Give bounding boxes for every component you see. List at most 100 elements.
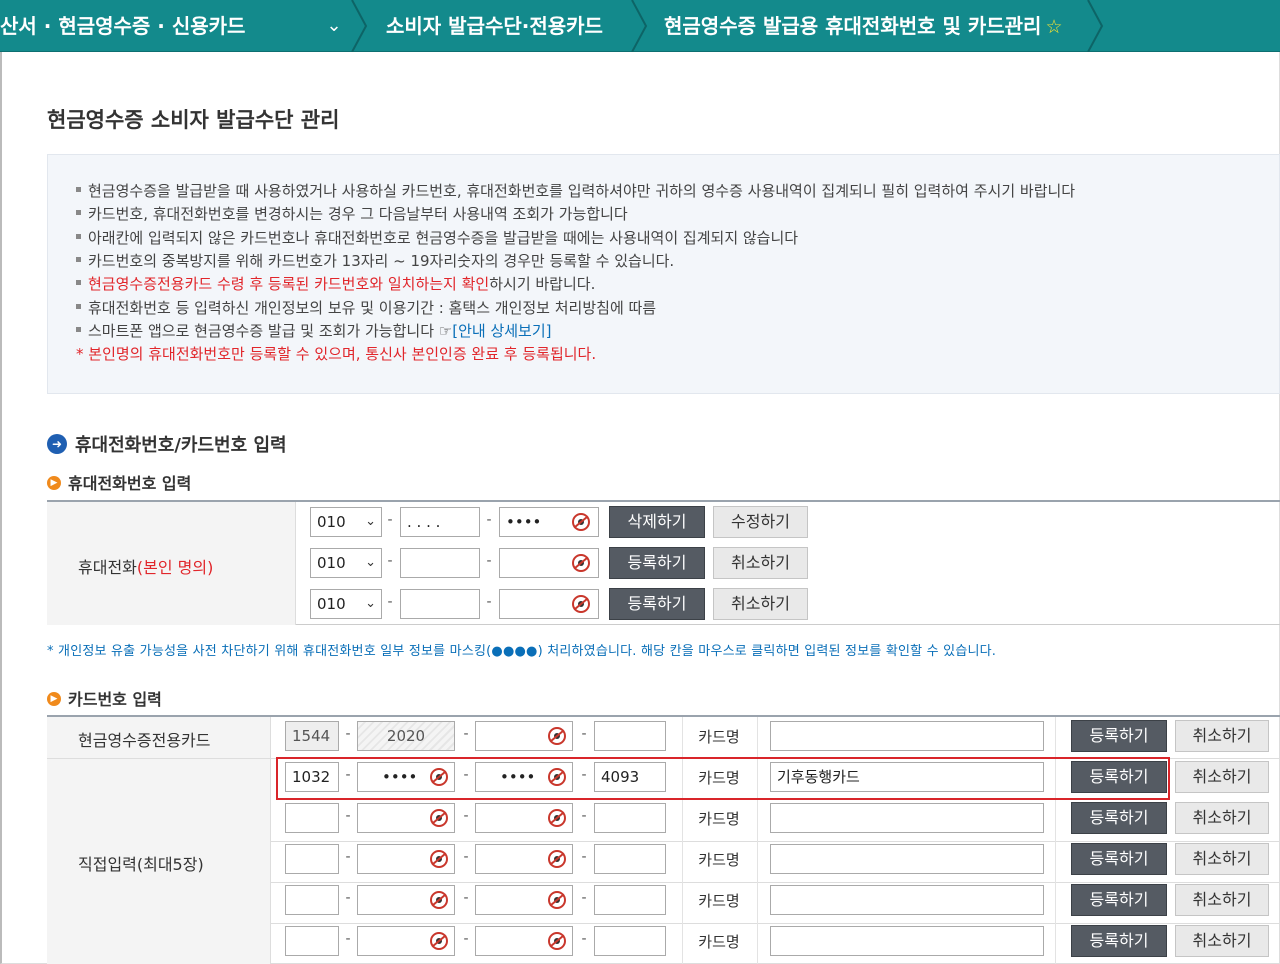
info-text: 카드번호, 휴대전화번호를 변경하시는 경우 그 다음날부터 사용내역 조회가 … — [88, 205, 628, 223]
card-number-part1: 1544 — [285, 721, 339, 751]
register-button[interactable]: 등록하기 — [1071, 720, 1167, 752]
star-icon[interactable]: ☆ — [1045, 16, 1062, 38]
cancel-button[interactable]: 취소하기 — [1175, 884, 1269, 916]
show-password-eye-icon[interactable] — [430, 932, 448, 950]
card-name-input[interactable] — [770, 844, 1044, 874]
card-number-part1[interactable] — [285, 926, 339, 956]
dash: - — [581, 931, 587, 947]
cancel-button[interactable]: 취소하기 — [713, 588, 808, 620]
breadcrumb-separator-icon — [1087, 0, 1104, 52]
phone-prefix-value: 010 — [317, 513, 346, 531]
info-warning-text: 현금영수증전용카드 수령 후 등록된 카드번호와 일치하는지 확인 — [88, 275, 490, 293]
card-name-input[interactable] — [770, 926, 1044, 956]
chevron-down-icon: ⌄ — [365, 596, 376, 611]
breadcrumb-separator-icon — [351, 0, 368, 52]
page-title: 현금영수증 소비자 발급수단 관리 — [47, 108, 340, 132]
show-password-eye-icon[interactable] — [548, 932, 566, 950]
show-password-eye-icon[interactable] — [572, 513, 590, 531]
show-password-eye-icon[interactable] — [548, 850, 566, 868]
dash: - — [463, 808, 469, 824]
card-name-label: 카드명 — [698, 933, 740, 951]
show-password-eye-icon[interactable] — [548, 809, 566, 827]
dash: - — [387, 553, 393, 569]
card-number-part4[interactable] — [594, 721, 666, 751]
breadcrumb-item-2[interactable]: 소비자 발급수단·전용카드 — [386, 0, 603, 52]
edit-button[interactable]: 수정하기 — [713, 506, 808, 538]
phone-middle-input[interactable] — [400, 548, 480, 578]
register-button[interactable]: 등록하기 — [1071, 884, 1167, 916]
card-number-part4[interactable] — [594, 803, 666, 833]
card-name-input[interactable] — [770, 721, 1044, 751]
show-password-eye-icon[interactable] — [548, 727, 566, 745]
register-button[interactable]: 등록하기 — [609, 588, 705, 620]
section-title: ➜ 휴대전화번호/카드번호 입력 — [47, 431, 287, 457]
phone-label-cell: 휴대전화(본인 명의) — [47, 502, 296, 625]
cancel-button[interactable]: 취소하기 — [1175, 802, 1269, 834]
info-line: 현금영수증전용카드 수령 후 등록된 카드번호와 일치하는지 확인하시기 바랍니… — [76, 273, 595, 294]
breadcrumb-item-3-label: 현금영수증 발급용 휴대전화번호 및 카드관리 — [664, 14, 1042, 38]
register-button[interactable]: 등록하기 — [1071, 925, 1167, 957]
show-password-eye-icon[interactable] — [548, 891, 566, 909]
register-button[interactable]: 등록하기 — [1071, 843, 1167, 875]
info-text: 카드번호의 중복방지를 위해 카드번호가 13자리 ~ 19자리숫자의 경우만 … — [88, 252, 675, 270]
phone-prefix-value: 010 — [317, 554, 346, 572]
show-password-eye-icon[interactable] — [572, 595, 590, 613]
show-password-eye-icon[interactable] — [430, 891, 448, 909]
card-number-part4[interactable] — [594, 885, 666, 915]
show-password-eye-icon[interactable] — [572, 554, 590, 572]
show-password-eye-icon[interactable] — [430, 809, 448, 827]
phone-prefix-select[interactable]: 010 ⌄ — [310, 507, 382, 537]
card-name-input[interactable] — [770, 803, 1044, 833]
card-number-part4[interactable] — [594, 926, 666, 956]
card-number-part1[interactable] — [285, 844, 339, 874]
phone-prefix-select[interactable]: 010 ⌄ — [310, 548, 382, 578]
delete-button[interactable]: 삭제하기 — [609, 506, 705, 538]
card-section-title-text: 카드번호 입력 — [68, 690, 162, 709]
dedicated-card-label: 현금영수증전용카드 — [78, 731, 211, 750]
register-button[interactable]: 등록하기 — [1071, 802, 1167, 834]
section-title-text: 휴대전화번호/카드번호 입력 — [75, 435, 287, 456]
card-name-label: 카드명 — [698, 728, 740, 746]
info-line: 현금영수증을 발급받을 때 사용하였거나 사용하실 카드번호, 휴대전화번호를 … — [76, 180, 1075, 201]
phone-prefix-value: 010 — [317, 595, 346, 613]
info-text: 현금영수증을 발급받을 때 사용하였거나 사용하실 카드번호, 휴대전화번호를 … — [88, 182, 1076, 200]
phone-middle-input[interactable] — [400, 589, 480, 619]
dash: - — [581, 726, 587, 742]
highlight-box — [276, 757, 1170, 800]
info-line: 아래칸에 입력되지 않은 카드번호나 휴대전화번호로 현금영수증을 발급받을 때… — [76, 227, 798, 248]
dash: - — [463, 931, 469, 947]
phone-label-owner: (본인 명의) — [136, 558, 214, 577]
breadcrumb-item-1[interactable]: 산서 · 현금영수증 · 신용카드 — [0, 0, 245, 52]
card-number-part2: 2020 — [357, 721, 455, 751]
register-button[interactable]: 등록하기 — [609, 547, 705, 579]
dash: - — [345, 849, 351, 865]
dash: - — [463, 849, 469, 865]
arrow-right-circle-icon: ▶ — [47, 691, 61, 706]
phone-middle-input[interactable]: . . . . — [400, 507, 480, 537]
card-number-part1[interactable] — [285, 803, 339, 833]
card-section-title: ▶ 카드번호 입력 — [47, 686, 162, 710]
cancel-button[interactable]: 취소하기 — [1175, 761, 1269, 793]
dash: - — [486, 553, 492, 569]
card-number-part4[interactable] — [594, 844, 666, 874]
dash: - — [486, 512, 492, 528]
dash: - — [463, 890, 469, 906]
show-password-eye-icon[interactable] — [430, 850, 448, 868]
dash: - — [345, 890, 351, 906]
phone-section-title: ▶ 휴대전화번호 입력 — [47, 470, 191, 494]
phone-prefix-select[interactable]: 010 ⌄ — [310, 589, 382, 619]
phone-label-text: 휴대전화 — [78, 558, 137, 577]
cancel-button[interactable]: 취소하기 — [1175, 843, 1269, 875]
info-text: 휴대전화번호 등 입력하신 개인정보의 보유 및 이용기간 : 홈택스 개인정보… — [88, 299, 657, 317]
cancel-button[interactable]: 취소하기 — [1175, 925, 1269, 957]
card-number-part1[interactable] — [285, 885, 339, 915]
info-line: 휴대전화번호 등 입력하신 개인정보의 보유 및 이용기간 : 홈택스 개인정보… — [76, 297, 656, 318]
dash: - — [581, 849, 587, 865]
cancel-button[interactable]: 취소하기 — [1175, 720, 1269, 752]
guide-detail-link[interactable]: [안내 상세보기] — [452, 322, 551, 340]
arrow-right-circle-icon: ▶ — [47, 475, 61, 490]
card-name-input[interactable] — [770, 885, 1044, 915]
cancel-button[interactable]: 취소하기 — [713, 547, 808, 579]
chevron-down-icon[interactable]: ⌄ — [322, 0, 346, 52]
dash: - — [463, 726, 469, 742]
